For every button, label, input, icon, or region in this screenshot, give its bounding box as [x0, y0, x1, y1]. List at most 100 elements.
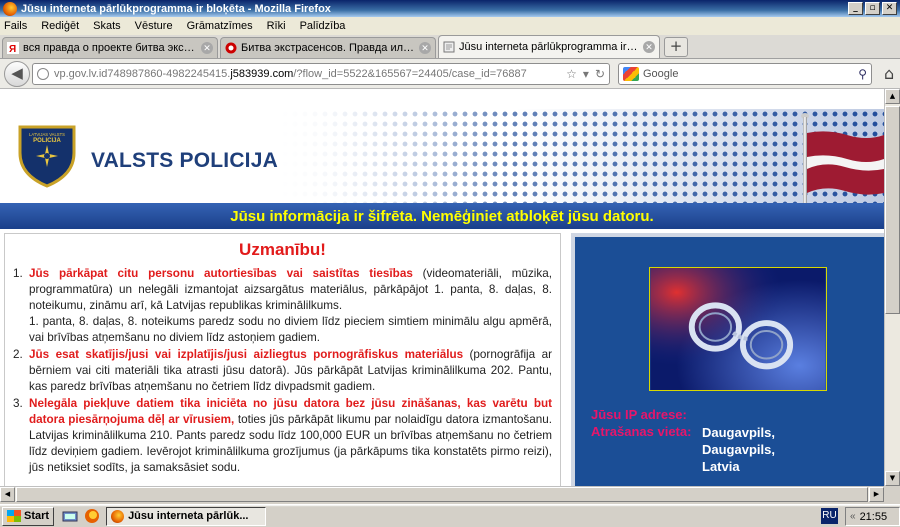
back-arrow-icon: ◀	[11, 63, 23, 82]
start-label: Start	[24, 510, 50, 522]
google-icon[interactable]	[623, 66, 639, 81]
menu-item-help[interactable]: Palīdzība	[300, 20, 346, 32]
police-header: LATVIJAS VALSTS POLICIJA VALSTS POLICIJA	[0, 109, 884, 203]
firefox-launch-icon[interactable]	[84, 508, 100, 524]
encrypted-banner-text: Jūsu informācija ir šifrēta. Nemēģiniet …	[230, 207, 654, 225]
taskbar-item-label: Jūsu interneta pārlūk...	[128, 510, 249, 522]
globe-icon	[37, 67, 49, 80]
url-suffix: /?flow_id=5522&165567=24405/case_id=7688…	[293, 67, 527, 80]
tab-label: Битва экстрасенсов. Правда или ложь...	[241, 42, 415, 54]
tray-arrow-icon[interactable]: «	[850, 511, 856, 522]
item-number: 2.	[13, 348, 23, 361]
scroll-down-icon[interactable]: ▼	[885, 471, 900, 486]
list-item: 2. Jūs esat skatījis/jusi vai izplatījis…	[13, 347, 552, 395]
police-badge-logo: LATVIJAS VALSTS POLICIJA	[18, 125, 76, 188]
page-icon	[443, 41, 455, 53]
show-desktop-icon[interactable]	[62, 508, 78, 524]
system-tray: « 21:55	[845, 507, 900, 526]
warning-title: Uzmanību!	[239, 240, 326, 259]
item-extra: 1. panta, 8. daļas, 8. noteikums paredz …	[29, 315, 552, 344]
scroll-thumb[interactable]	[885, 106, 900, 314]
tab-blocked-page[interactable]: Jūsu interneta pārlūkprogramma ir bloķēt…	[438, 35, 660, 58]
minimize-button[interactable]: _	[848, 2, 863, 15]
tab-label: вся правда о проекте битва экстрасенсов	[23, 42, 197, 54]
horizontal-scrollbar[interactable]: ◀ ▶	[0, 486, 884, 502]
maximize-button[interactable]: ▫	[865, 2, 880, 15]
svg-text:Я: Я	[9, 44, 16, 54]
handcuffs-image	[649, 267, 827, 391]
list-item: 3. Nelegāla piekļuve datiem tika iniciēt…	[13, 396, 552, 476]
location-value: Daugavpils, Daugavpils, Latvia	[702, 424, 775, 475]
new-tab-button[interactable]: +	[664, 37, 688, 57]
item-bold: Jūs esat skatījis/jusi vai izplatījis/ju…	[29, 348, 464, 361]
clock: 21:55	[859, 510, 888, 523]
firefox-icon	[3, 1, 17, 16]
logo-top-text: LATVIJAS VALSTS	[29, 132, 65, 137]
firefox-icon	[111, 509, 125, 523]
menu-bar: Fails Rediģēt Skats Vēsture Grāmatzīmes …	[0, 17, 900, 35]
close-tab-icon[interactable]: ✕	[643, 41, 655, 53]
item-number: 3.	[13, 397, 23, 410]
navigation-bar: ◀ vp.gov.lv.id748987860-4982245415.j5839…	[0, 59, 900, 89]
close-tab-icon[interactable]: ✕	[419, 42, 431, 54]
location-line: Daugavpils,	[702, 442, 775, 457]
window-title: Jūsu interneta pārlūkprogramma ir bloķēt…	[21, 2, 331, 15]
dropdown-arrow-icon[interactable]: ▾	[583, 67, 589, 81]
site-icon	[225, 42, 237, 54]
menu-item-tools[interactable]: Rīki	[267, 20, 286, 32]
url-text: vp.gov.lv.id748987860-4982245415.j583939…	[54, 68, 560, 80]
language-indicator[interactable]: RU	[821, 508, 838, 524]
violation-list: 1. Jūs pārkāpat citu personu autortiesīb…	[13, 266, 552, 476]
menu-item-file[interactable]: Fails	[4, 20, 27, 32]
reload-icon[interactable]: ↻	[595, 67, 605, 81]
tab-yandex-search[interactable]: Я вся правда о проекте битва экстрасенсо…	[2, 37, 218, 58]
scroll-up-icon[interactable]: ▲	[885, 89, 900, 104]
brand-name: VALSTS POLICIJA	[91, 149, 278, 172]
close-tab-icon[interactable]: ✕	[201, 42, 213, 54]
home-icon[interactable]: ⌂	[884, 64, 894, 83]
search-placeholder: Google	[643, 67, 679, 80]
windows-logo-icon	[7, 510, 21, 522]
start-button[interactable]: Start	[2, 506, 55, 526]
location-line: Latvia	[702, 459, 740, 474]
latvia-flag	[807, 131, 884, 195]
taskbar: Start Jūsu interneta pārlūk... RU « 21:5…	[0, 504, 900, 527]
bookmark-star-icon[interactable]: ☆	[566, 67, 577, 81]
scroll-right-icon[interactable]: ▶	[869, 487, 884, 502]
scroll-thumb-horizontal[interactable]	[16, 487, 868, 502]
back-button[interactable]: ◀	[4, 60, 30, 87]
page-content: LATVIJAS VALSTS POLICIJA VALSTS POLICIJA…	[0, 89, 884, 486]
tab-label: Jūsu interneta pārlūkprogramma ir bloķēt…	[459, 41, 639, 53]
item-number: 1.	[13, 267, 23, 280]
ip-label: Jūsu IP adrese:	[591, 407, 687, 422]
encrypted-banner: Jūsu informācija ir šifrēta. Nemēģiniet …	[0, 203, 884, 229]
url-bar[interactable]: vp.gov.lv.id748987860-4982245415.j583939…	[32, 62, 610, 85]
item-body: Jūs esat skatījis/jusi vai izplatījis/ju…	[29, 347, 552, 395]
menu-item-bookmarks[interactable]: Grāmatzīmes	[187, 20, 253, 32]
info-panel: Jūsu IP adrese: Atrašanas vieta: Daugavp…	[571, 233, 884, 486]
location-label: Atrašanas vieta:	[591, 424, 692, 439]
tab-bitva[interactable]: Битва экстрасенсов. Правда или ложь... ✕	[220, 37, 436, 58]
quick-launch	[62, 508, 100, 524]
window-titlebar: Jūsu interneta pārlūkprogramma ir bloķēt…	[0, 0, 900, 17]
menu-item-edit[interactable]: Rediģēt	[41, 20, 79, 32]
logo-word: POLICIJA	[33, 138, 61, 144]
taskbar-item-firefox[interactable]: Jūsu interneta pārlūk...	[106, 506, 267, 526]
item-body: Nelegāla piekļuve datiem tika iniciēta n…	[29, 396, 552, 476]
menu-item-history[interactable]: Vēsture	[135, 20, 173, 32]
vertical-scrollbar[interactable]: ▲ ▼	[884, 89, 900, 486]
yandex-icon: Я	[7, 42, 19, 54]
url-domain: j583939.com	[230, 67, 294, 80]
tab-bar: Я вся правда о проекте битва экстрасенсо…	[0, 35, 900, 59]
scrollbar-corner	[884, 486, 900, 502]
list-item: 1. Jūs pārkāpat citu personu autortiesīb…	[13, 266, 552, 346]
search-icon[interactable]: ⚲	[858, 67, 867, 81]
location-line: Daugavpils,	[702, 425, 775, 440]
url-prefix: vp.gov.lv.id748987860-4982245415.	[54, 67, 231, 80]
item-bold: Jūs pārkāpat citu personu autortiesības …	[29, 267, 413, 280]
close-button[interactable]: ✕	[882, 2, 897, 15]
item-body: Jūs pārkāpat citu personu autortiesības …	[29, 266, 552, 346]
search-bar[interactable]: Google ⚲	[618, 62, 872, 85]
scroll-left-icon[interactable]: ◀	[0, 487, 15, 502]
menu-item-view[interactable]: Skats	[93, 20, 121, 32]
